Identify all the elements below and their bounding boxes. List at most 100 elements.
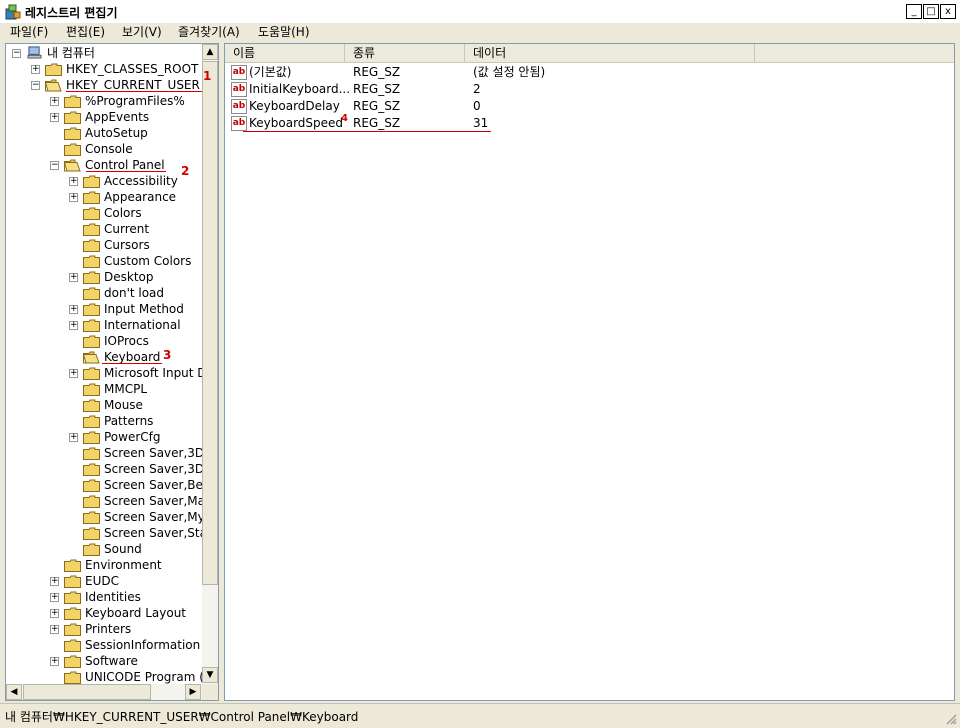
annotation-marker-3: 3 (163, 348, 172, 362)
tree-item[interactable]: Custom Colors (6, 253, 202, 269)
tree-item[interactable]: + Printers (6, 621, 202, 637)
expand-icon[interactable]: + (50, 113, 59, 122)
tree-item[interactable]: Screen Saver,3D (6, 445, 202, 461)
folder-icon (83, 495, 100, 508)
tree-item[interactable]: Screen Saver,Sta (6, 525, 202, 541)
close-button[interactable]: x (940, 4, 956, 19)
expand-icon[interactable]: + (50, 657, 59, 666)
tree-item[interactable]: Sound (6, 541, 202, 557)
scroll-down-button[interactable]: ▼ (202, 667, 218, 683)
tree-item[interactable]: + Identities (6, 589, 202, 605)
tree-item-label: Microsoft Input D (104, 366, 202, 380)
tree-item-label: Input Method (104, 302, 184, 316)
table-row[interactable]: ab KeyboardDelay REG_SZ 0 (229, 98, 749, 115)
tree-item[interactable]: Screen Saver,Be (6, 477, 202, 493)
resize-grip-icon[interactable] (945, 713, 957, 725)
table-row[interactable]: ab (기본값) REG_SZ (값 설정 안됨) (229, 64, 749, 81)
tree-item-label: %ProgramFiles% (85, 94, 185, 108)
menu-help[interactable]: 도움말(H) (254, 24, 314, 41)
tree-item[interactable]: + AppEvents (6, 109, 202, 125)
tree-item[interactable]: MMCPL (6, 381, 202, 397)
tree-item[interactable]: + Software (6, 653, 202, 669)
folder-icon (83, 431, 100, 444)
maximize-button[interactable]: □ (923, 4, 939, 19)
folder-icon (83, 527, 100, 540)
expand-icon[interactable]: + (50, 609, 59, 618)
tree-item[interactable]: SessionInformation (6, 637, 202, 653)
tree-item[interactable]: + International (6, 317, 202, 333)
column-header-name[interactable]: 이름 (225, 44, 345, 63)
key-tree-pane[interactable]: − 내 컴퓨터 + HKEY_CLASSES_ROOT − HKEY_CURRENT_US… (5, 43, 219, 701)
tree-item[interactable]: Screen Saver,My (6, 509, 202, 525)
scroll-up-button[interactable]: ▲ (202, 44, 218, 60)
tree-item[interactable]: Cursors (6, 237, 202, 253)
tree-horizontal-scrollbar[interactable]: ◀ ▶ (6, 684, 202, 700)
tree-item[interactable]: Colors (6, 205, 202, 221)
tree-item[interactable]: Patterns (6, 413, 202, 429)
tree-item-label: International (104, 318, 181, 332)
tree-item-label: Screen Saver,Sta (104, 526, 202, 540)
tree-item[interactable]: Current (6, 221, 202, 237)
value-type: REG_SZ (353, 116, 401, 130)
tree-item[interactable]: + EUDC (6, 573, 202, 589)
expand-icon[interactable]: + (69, 321, 78, 330)
scroll-right-button[interactable]: ▶ (185, 684, 201, 700)
tree-item[interactable]: Console (6, 141, 202, 157)
menu-edit[interactable]: 편집(E) (62, 24, 109, 41)
folder-icon (64, 639, 81, 652)
tree-item[interactable]: + HKEY_CLASSES_ROOT (6, 61, 202, 77)
expand-icon[interactable]: + (50, 577, 59, 586)
value-data: 0 (473, 99, 481, 113)
folder-icon (64, 655, 81, 668)
tree-item[interactable]: UNICODE Program ( (6, 669, 202, 684)
collapse-icon[interactable]: − (12, 49, 21, 58)
expand-icon[interactable]: + (69, 433, 78, 442)
folder-icon (64, 95, 81, 108)
column-header-type[interactable]: 종류 (345, 44, 465, 63)
tree-item-label: Desktop (104, 270, 154, 284)
expand-icon[interactable]: + (69, 177, 78, 186)
value-list-pane[interactable]: 이름 종류 데이터 ab (기본값) REG_SZ (값 설정 안됨) ab Initia… (224, 43, 955, 701)
menu-file[interactable]: 파일(F) (6, 24, 52, 41)
tree-item[interactable]: + Input Method (6, 301, 202, 317)
expand-icon[interactable]: + (31, 65, 40, 74)
tree-item[interactable]: − 내 컴퓨터 (6, 45, 202, 61)
tree-item[interactable]: + Accessibility (6, 173, 202, 189)
tree-item[interactable]: + Appearance (6, 189, 202, 205)
tree-item-label: IOProcs (104, 334, 149, 348)
tree-item[interactable]: + %ProgramFiles% (6, 93, 202, 109)
vertical-scroll-thumb[interactable] (202, 61, 218, 585)
horizontal-scroll-thumb[interactable] (23, 684, 151, 700)
tree-item[interactable]: + PowerCfg (6, 429, 202, 445)
scroll-left-button[interactable]: ◀ (6, 684, 22, 700)
column-header-data[interactable]: 데이터 (465, 44, 755, 63)
tree-item-label: AppEvents (85, 110, 150, 124)
tree-item[interactable]: Environment (6, 557, 202, 573)
expand-icon[interactable]: + (50, 97, 59, 106)
expand-icon[interactable]: + (50, 625, 59, 634)
tree-item[interactable]: AutoSetup (6, 125, 202, 141)
tree-item[interactable]: + Desktop (6, 269, 202, 285)
collapse-icon[interactable]: − (50, 161, 59, 170)
tree-item[interactable]: IOProcs (6, 333, 202, 349)
table-row[interactable]: ab InitialKeyboard... REG_SZ 2 (229, 81, 749, 98)
minimize-button[interactable]: _ (906, 4, 922, 19)
expand-icon[interactable]: + (69, 369, 78, 378)
menu-view[interactable]: 보기(V) (118, 24, 166, 41)
folder-icon (83, 543, 100, 556)
expand-icon[interactable]: + (69, 273, 78, 282)
tree-item[interactable]: Screen Saver,Ma (6, 493, 202, 509)
folder-icon (64, 143, 81, 156)
tree-item[interactable]: Mouse (6, 397, 202, 413)
tree-item[interactable]: don't load (6, 285, 202, 301)
tree-item[interactable]: + Microsoft Input D (6, 365, 202, 381)
expand-icon[interactable]: + (69, 305, 78, 314)
expand-icon[interactable]: + (69, 193, 78, 202)
menu-favorites[interactable]: 즐겨찾기(A) (174, 24, 244, 41)
expand-icon[interactable]: + (50, 593, 59, 602)
tree-item[interactable]: Screen Saver,3D (6, 461, 202, 477)
table-row[interactable]: ab KeyboardSpeed REG_SZ 31 (229, 115, 749, 132)
tree-vertical-scrollbar[interactable]: ▲ ▼ (202, 44, 218, 684)
tree-item[interactable]: + Keyboard Layout (6, 605, 202, 621)
collapse-icon[interactable]: − (31, 81, 40, 90)
